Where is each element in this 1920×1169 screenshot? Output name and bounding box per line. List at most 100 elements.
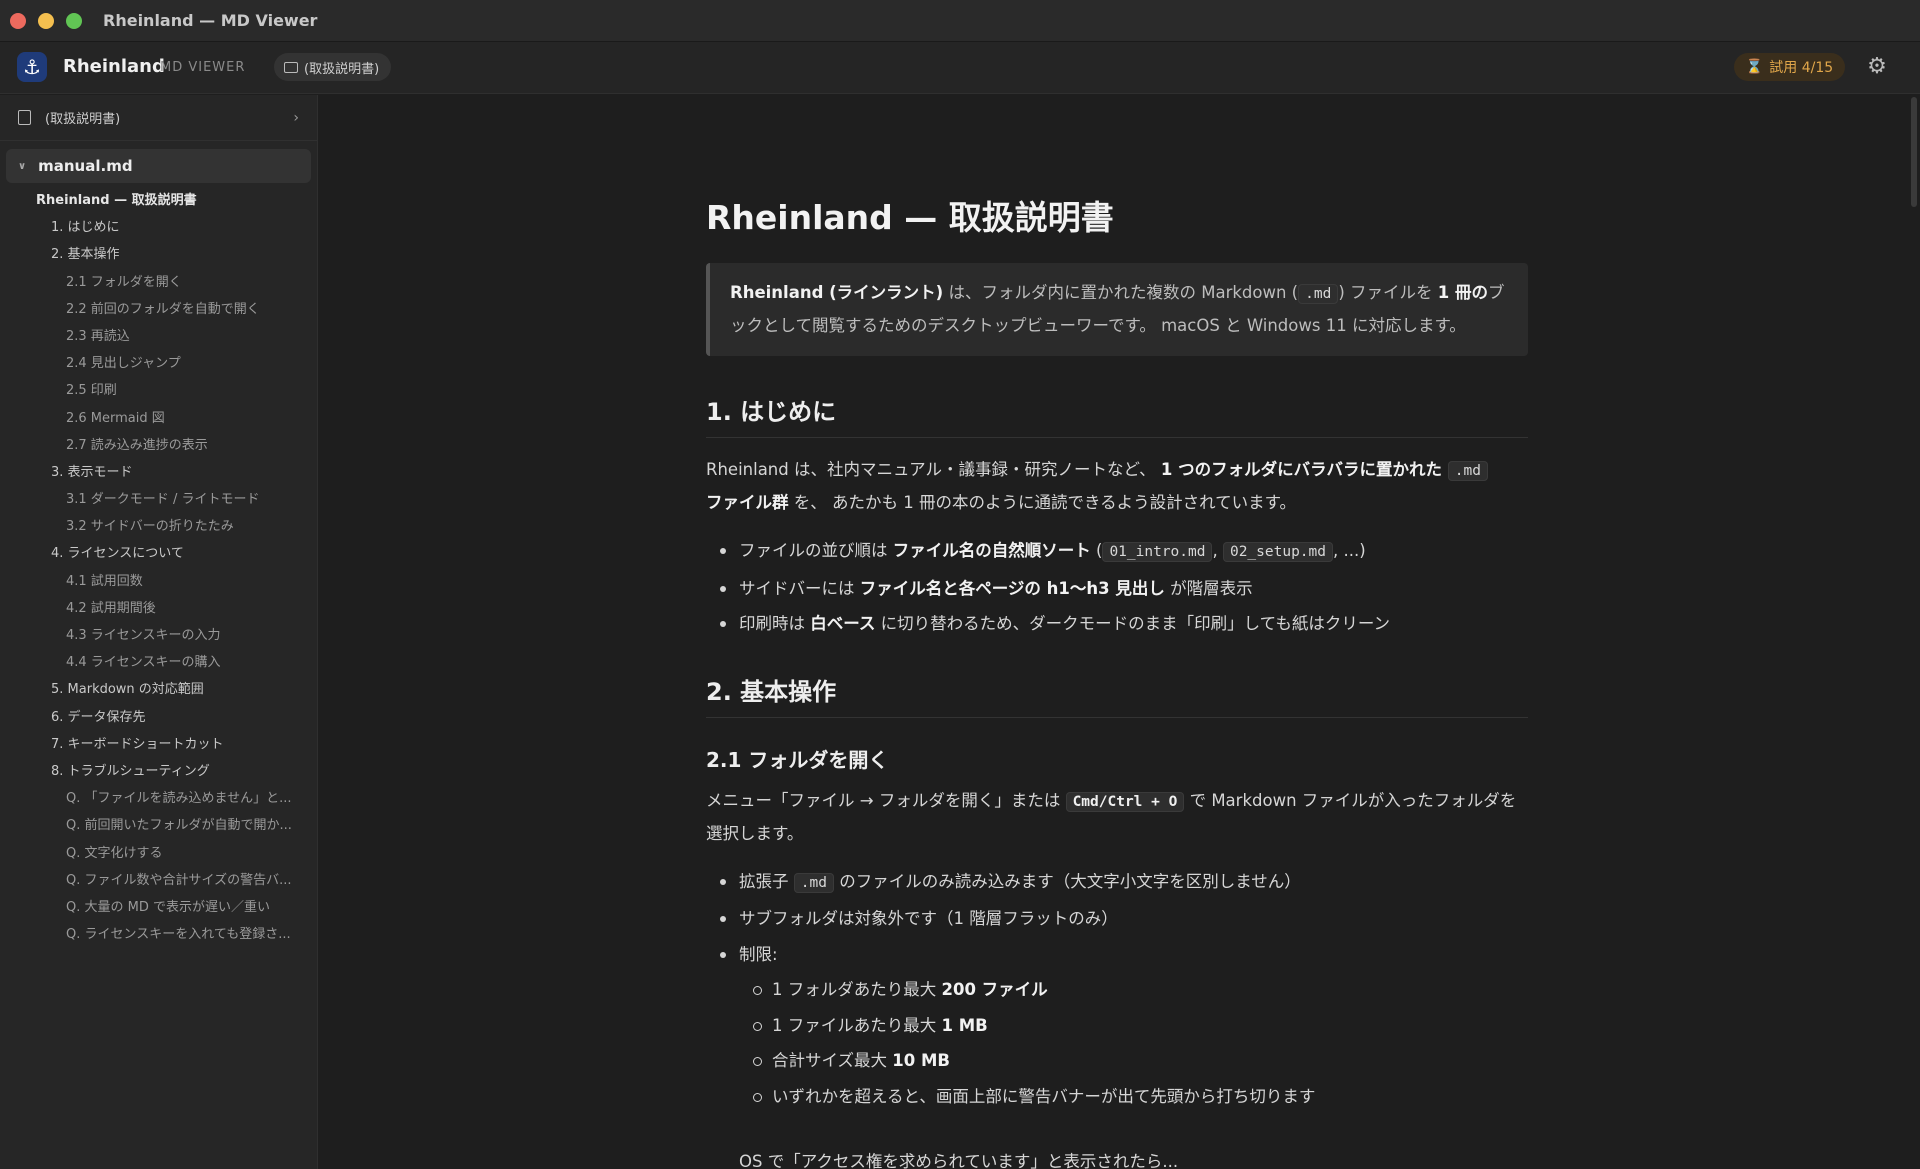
toc-item[interactable]: 5. Markdown の対応範囲	[0, 676, 317, 703]
document-view[interactable]: Rheinland — 取扱説明書 Rheinland (ラインラント) は、フ…	[319, 95, 1920, 1169]
toc-item[interactable]: 4. ライセンスについて	[0, 540, 317, 567]
anchor-logo-icon: ⚓	[17, 52, 47, 82]
trial-count: 試用 4/15	[1769, 60, 1834, 76]
sidebar-folder-header[interactable]: (取扱説明書) ›	[0, 95, 317, 141]
list-item: サイドバーには ファイル名と各ページの h1〜h3 見出し が階層表示	[706, 571, 1528, 607]
note-code: .md	[1298, 284, 1339, 304]
sub-list-item: 1 ファイルあたり最大 1 MB	[739, 1008, 1528, 1044]
window-title: Rheinland — MD Viewer	[103, 11, 318, 30]
sidebar-folder-label: (取扱説明書)	[45, 112, 121, 127]
intro-paragraph: Rheinland は、社内マニュアル・議事録・研究ノートなど、 1 つのフォル…	[706, 454, 1528, 519]
li-text: サイドバーには	[739, 578, 860, 598]
list-item: サブフォルダは対象外です（1 階層フラットのみ）	[706, 901, 1528, 937]
toc-item[interactable]: 2.4 見出しジャンプ	[0, 350, 317, 377]
sub-list-item: 1 フォルダあたり最大 200 ファイル	[739, 972, 1528, 1008]
li-text: (	[1090, 541, 1103, 560]
toc-item[interactable]: Q. 「ファイルを読み込めません」と...	[0, 785, 317, 812]
app-subtitle: MD VIEWER	[160, 60, 246, 75]
toc-item[interactable]: 2.1 フォルダを開く	[0, 269, 317, 296]
note-bold: Rheinland (ラインラント)	[730, 283, 944, 302]
li-text: 合計サイズ最大	[772, 1051, 893, 1070]
table-of-contents: Rheinland — 取扱説明書 1. はじめに 2. 基本操作 2.1 フォルダを…	[0, 187, 317, 948]
toc-item[interactable]: 2.3 再読込	[0, 323, 317, 350]
toc-item[interactable]: 6. データ保存先	[0, 704, 317, 731]
li-code: .md	[793, 872, 834, 893]
book-icon	[18, 110, 31, 125]
toc-item[interactable]: Q. 文字化けする	[0, 840, 317, 867]
list-item: 拡張子 .md のファイルのみ読み込みます（大文字小文字を区別しません）	[706, 864, 1528, 902]
toc-item[interactable]: 4.2 試用期間後	[0, 595, 317, 622]
note-text: は、フォルダ内に置かれた複数の Markdown (	[943, 283, 1299, 302]
chevron-right-icon[interactable]: ›	[293, 110, 299, 126]
sidebar-file-label: manual.md	[38, 157, 133, 175]
para-bold: ファイル群	[706, 493, 789, 512]
gear-icon[interactable]: ⚙	[1864, 54, 1890, 80]
toc-item[interactable]: 2.2 前回のフォルダを自動で開く	[0, 296, 317, 323]
li-bold: ファイル名と各ページの h1〜h3 見出し	[859, 578, 1165, 598]
sidebar: (取扱説明書) › ∨ manual.md Rheinland — 取扱説明書 1…	[0, 95, 318, 1169]
li-text: 印刷時は	[739, 614, 811, 633]
toc-item[interactable]: 4.3 ライセンスキーの入力	[0, 622, 317, 649]
para-text: Rheinland は、社内マニュアル・議事録・研究ノートなど、	[706, 460, 1161, 479]
toc-item[interactable]: 2.7 読み込み進捗の表示	[0, 432, 317, 459]
intro-blockquote: Rheinland (ラインラント) は、フォルダ内に置かれた複数の Markd…	[706, 263, 1528, 356]
li-text: , ...)	[1333, 541, 1366, 560]
toc-item[interactable]: 1. はじめに	[0, 214, 317, 241]
toc-item[interactable]: Q. 前回開いたフォルダが自動で開か...	[0, 812, 317, 839]
toc-item[interactable]: 4.1 試用回数	[0, 568, 317, 595]
li-text: のファイルのみ読み込みます（大文字小文字を区別しません）	[833, 871, 1301, 891]
toc-item[interactable]: Q. ファイル数や合計サイズの警告バ...	[0, 867, 317, 894]
document-body: Rheinland — 取扱説明書 Rheinland (ラインラント) は、フ…	[706, 191, 1528, 1169]
toc-item[interactable]: Rheinland — 取扱説明書	[0, 187, 317, 214]
zoom-window-button[interactable]	[66, 13, 82, 29]
toc-item[interactable]: 7. キーボードショートカット	[0, 731, 317, 758]
toc-item[interactable]: 8. トラブルシューティング	[0, 758, 317, 785]
sub-list-item: 合計サイズ最大 10 MB	[739, 1043, 1528, 1079]
toc-item[interactable]: 3.2 サイドバーの折りたたみ	[0, 513, 317, 540]
heading-basic-ops: 2. 基本操作	[706, 672, 1528, 718]
minimize-window-button[interactable]	[38, 13, 54, 29]
app-header: ⚓ Rheinland MD VIEWER (取扱説明書) ⌛ 試用 4/15 …	[0, 42, 1920, 94]
li-text: 制限:	[739, 944, 778, 964]
trial-badge[interactable]: ⌛ 試用 4/15	[1734, 53, 1845, 81]
window-titlebar: Rheinland — MD Viewer	[0, 0, 1920, 42]
current-folder-label: (取扱説明書)	[304, 61, 380, 77]
scrollbar-thumb[interactable]	[1911, 97, 1917, 207]
note-text: ) ファイルを	[1338, 283, 1438, 302]
para-code: .md	[1447, 461, 1488, 481]
toc-item[interactable]: 2. 基本操作	[0, 241, 317, 268]
toc-item[interactable]: 2.6 Mermaid 図	[0, 405, 317, 432]
list-item: ファイルの並び順は ファイル名の自然順ソート (01_intro.md, 02_…	[706, 533, 1528, 571]
sidebar-file-manual[interactable]: ∨ manual.md	[6, 149, 311, 183]
toc-item[interactable]: 4.4 ライセンスキーの購入	[0, 649, 317, 676]
para-text: を、 あたかも 1 冊の本のように通読できるよう設計されています。	[788, 493, 1297, 512]
toc-item[interactable]: Q. 大量の MD で表示が遅い／重い	[0, 894, 317, 921]
list-item: 制限: 1 フォルダあたり最大 200 ファイル 1 ファイルあたり最大 1 M…	[706, 937, 1528, 1115]
para-text: メニュー「ファイル → フォルダを開く」または	[706, 790, 1066, 810]
para-bold: 1 つのフォルダにバラバラに置かれた	[1160, 460, 1448, 479]
list-item: 印刷時は 白ベース に切り替わるため、ダークモードのまま「印刷」しても紙はクリー…	[706, 606, 1528, 642]
open-folder-paragraph: メニュー「ファイル → フォルダを開く」または Cmd/Ctrl + O で M…	[706, 785, 1528, 850]
toc-item[interactable]: 3. 表示モード	[0, 459, 317, 486]
li-bold: 200 ファイル	[941, 980, 1048, 999]
li-text: ファイルの並び順は	[739, 541, 893, 560]
toc-item[interactable]: 3.1 ダークモード / ライトモード	[0, 486, 317, 513]
li-text: 1 ファイルあたり最大	[772, 1015, 942, 1035]
heading-open-folder: 2.1 フォルダを開く	[706, 747, 889, 772]
li-text: に切り替わるため、ダークモードのまま「印刷」しても紙はクリーン	[875, 614, 1391, 633]
partially-visible-line: OS で「アクセス権を求められています」と表示されたら...	[739, 1152, 1179, 1169]
li-text: が階層表示	[1164, 578, 1253, 598]
sub-list-item: いずれかを超えると、画面上部に警告バナーが出て先頭から打ち切ります	[739, 1079, 1528, 1115]
current-folder-chip[interactable]: (取扱説明書)	[274, 53, 392, 81]
li-text: 1 フォルダあたり最大	[772, 980, 942, 999]
hourglass-icon: ⌛	[1745, 59, 1764, 75]
close-window-button[interactable]	[10, 13, 26, 29]
limits-sublist: 1 フォルダあたり最大 200 ファイル 1 ファイルあたり最大 1 MB 合計…	[739, 972, 1528, 1114]
shortcut-code: Cmd/Ctrl + O	[1065, 791, 1185, 812]
toc-item[interactable]: 2.5 印刷	[0, 377, 317, 404]
toc-item[interactable]: Q. ライセンスキーを入れても登録さ...	[0, 921, 317, 948]
li-bold: ファイル名の自然順ソート	[892, 541, 1091, 560]
chevron-down-icon[interactable]: ∨	[18, 161, 26, 172]
app-brand: Rheinland	[63, 56, 165, 77]
li-text: 拡張子	[739, 871, 794, 891]
